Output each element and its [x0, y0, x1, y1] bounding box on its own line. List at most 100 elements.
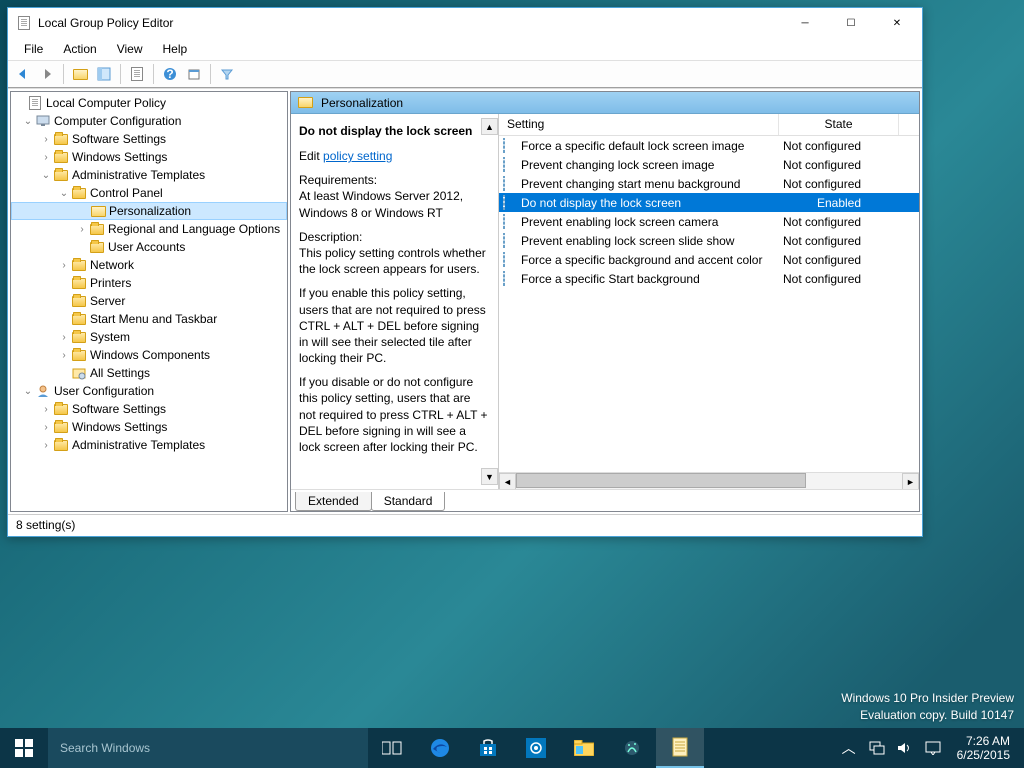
- up-button[interactable]: [69, 63, 91, 85]
- list-header[interactable]: Setting State: [499, 114, 919, 136]
- list-row[interactable]: Force a specific default lock screen ima…: [499, 136, 919, 155]
- taskbar-explorer-icon[interactable]: [560, 728, 608, 768]
- menu-view[interactable]: View: [107, 40, 153, 58]
- search-placeholder: Search Windows: [60, 741, 150, 755]
- setting-icon: [503, 252, 519, 268]
- forward-button[interactable]: [36, 63, 58, 85]
- tree-server[interactable]: Server: [11, 292, 287, 310]
- hscroll-left[interactable]: ◄: [499, 473, 516, 489]
- tree-win-components[interactable]: ›Windows Components: [11, 346, 287, 364]
- tree-uc-windows[interactable]: ›Windows Settings: [11, 418, 287, 436]
- show-hide-tree-button[interactable]: [93, 63, 115, 85]
- list-row[interactable]: Prevent changing start menu backgroundNo…: [499, 174, 919, 193]
- setting-state: Not configured: [779, 272, 899, 286]
- list-row[interactable]: Do not display the lock screenEnabled: [499, 193, 919, 212]
- setting-name: Prevent changing start menu background: [521, 177, 740, 191]
- policy-title: Do not display the lock screen: [299, 124, 490, 138]
- statusbar: 8 setting(s): [8, 514, 922, 536]
- close-button[interactable]: ✕: [874, 8, 920, 38]
- back-button[interactable]: [12, 63, 34, 85]
- desc-scroll-up[interactable]: ▲: [481, 118, 498, 135]
- desc-text-3: If you disable or do not configure this …: [299, 374, 490, 455]
- start-button[interactable]: [0, 728, 48, 768]
- taskbar-edge-icon[interactable]: [416, 728, 464, 768]
- toolbar: ?: [8, 60, 922, 88]
- setting-name: Prevent enabling lock screen slide show: [521, 234, 734, 248]
- maximize-button[interactable]: ☐: [828, 8, 874, 38]
- gpedit-window: Local Group Policy Editor ─ ☐ ✕ File Act…: [7, 7, 923, 537]
- desc-text-1: This policy setting controls whether the…: [299, 246, 486, 276]
- help-button[interactable]: ?: [159, 63, 181, 85]
- menu-action[interactable]: Action: [53, 40, 106, 58]
- setting-icon: [503, 157, 519, 173]
- desc-scroll-down[interactable]: ▼: [481, 468, 498, 485]
- tray-chevron-icon[interactable]: ︿: [839, 728, 859, 768]
- col-setting[interactable]: Setting: [499, 114, 779, 135]
- desc-label: Description:: [299, 230, 362, 244]
- tree-personalization[interactable]: Personalization: [11, 202, 287, 220]
- content-title: Personalization: [321, 96, 403, 110]
- content-header: Personalization: [291, 92, 919, 114]
- list-row[interactable]: Force a specific Start backgroundNot con…: [499, 269, 919, 288]
- folder-icon: [297, 95, 313, 111]
- filter-button[interactable]: [216, 63, 238, 85]
- tray-network-icon[interactable]: [867, 728, 887, 768]
- list-row[interactable]: Prevent changing lock screen imageNot co…: [499, 155, 919, 174]
- setting-state: Not configured: [779, 215, 899, 229]
- setting-state: Not configured: [779, 253, 899, 267]
- tree-cc-windows[interactable]: ›Windows Settings: [11, 148, 287, 166]
- minimize-button[interactable]: ─: [782, 8, 828, 38]
- tray-notifications-icon[interactable]: [923, 728, 943, 768]
- tray-volume-icon[interactable]: [895, 728, 915, 768]
- export-button[interactable]: [126, 63, 148, 85]
- tray-clock[interactable]: 7:26 AM 6/25/2015: [951, 734, 1016, 763]
- tree-uc-software[interactable]: ›Software Settings: [11, 400, 287, 418]
- tree-control-panel[interactable]: ⌄Control Panel: [11, 184, 287, 202]
- tree-startmenu[interactable]: Start Menu and Taskbar: [11, 310, 287, 328]
- req-label: Requirements:: [299, 173, 377, 187]
- tree-uc-admin[interactable]: ›Administrative Templates: [11, 436, 287, 454]
- tree-root[interactable]: Local Computer Policy: [11, 94, 287, 112]
- tree-user-config[interactable]: ⌄User Configuration: [11, 382, 287, 400]
- search-box[interactable]: Search Windows: [48, 728, 368, 768]
- tree-cc-admin[interactable]: ⌄Administrative Templates: [11, 166, 287, 184]
- taskbar-app-icon[interactable]: [608, 728, 656, 768]
- hscroll-thumb[interactable]: [516, 473, 806, 488]
- list-row[interactable]: Force a specific background and accent c…: [499, 250, 919, 269]
- menu-help[interactable]: Help: [153, 40, 198, 58]
- titlebar[interactable]: Local Group Policy Editor ─ ☐ ✕: [8, 8, 922, 38]
- tab-extended[interactable]: Extended: [295, 492, 372, 511]
- setting-state: Not configured: [779, 158, 899, 172]
- task-view-button[interactable]: [368, 728, 416, 768]
- tree-network[interactable]: ›Network: [11, 256, 287, 274]
- tree-printers[interactable]: Printers: [11, 274, 287, 292]
- tree-regional[interactable]: ›Regional and Language Options: [11, 220, 287, 238]
- setting-name: Prevent enabling lock screen camera: [521, 215, 718, 229]
- menu-file[interactable]: File: [14, 40, 53, 58]
- hscroll-right[interactable]: ►: [902, 473, 919, 489]
- taskbar-gpedit-icon[interactable]: [656, 728, 704, 768]
- tree-computer-config[interactable]: ⌄Computer Configuration: [11, 112, 287, 130]
- window-title: Local Group Policy Editor: [38, 16, 782, 30]
- list-hscroll[interactable]: ◄ ►: [499, 472, 919, 489]
- taskbar-settings-icon[interactable]: [512, 728, 560, 768]
- edit-policy-link[interactable]: policy setting: [323, 149, 392, 163]
- col-state[interactable]: State: [779, 114, 899, 135]
- setting-icon: [503, 233, 519, 249]
- tree-cc-software[interactable]: ›Software Settings: [11, 130, 287, 148]
- tree-all-settings[interactable]: All Settings: [11, 364, 287, 382]
- tab-standard[interactable]: Standard: [371, 492, 446, 511]
- setting-icon: [503, 138, 519, 154]
- svg-text:?: ?: [166, 67, 173, 81]
- right-pane: Personalization ▲ Do not display the loc…: [290, 91, 920, 512]
- view-tabs: Extended Standard: [291, 489, 919, 511]
- tree-system[interactable]: ›System: [11, 328, 287, 346]
- list-row[interactable]: Prevent enabling lock screen slide showN…: [499, 231, 919, 250]
- taskbar-store-icon[interactable]: [464, 728, 512, 768]
- properties-button[interactable]: [183, 63, 205, 85]
- list-row[interactable]: Prevent enabling lock screen camera Not c…: [499, 212, 919, 231]
- tree-user-accounts[interactable]: User Accounts: [11, 238, 287, 256]
- description-pane: ▲ Do not display the lock screen Edit po…: [291, 114, 499, 489]
- setting-icon: [503, 195, 519, 211]
- tree-pane[interactable]: Local Computer Policy ⌄Computer Configur…: [10, 91, 288, 512]
